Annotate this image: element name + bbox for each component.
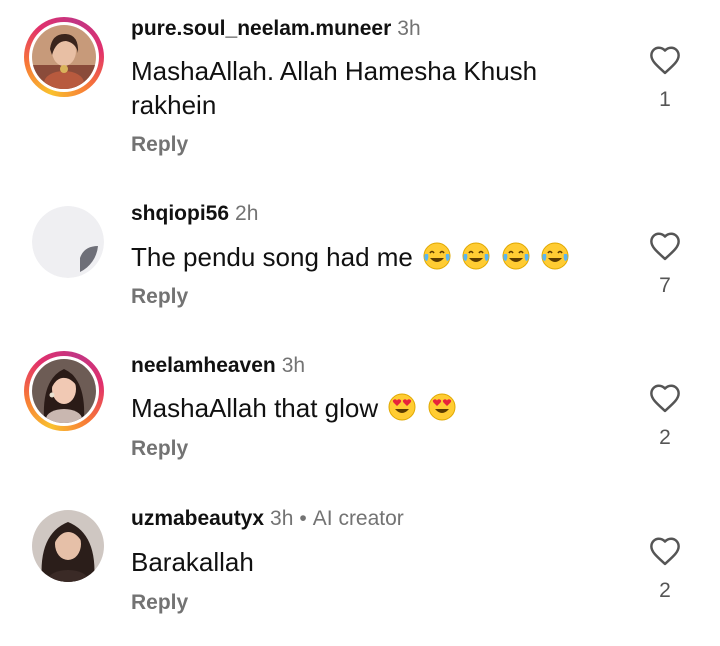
like-count: 2 (659, 579, 671, 602)
meta-separator: • (299, 507, 307, 530)
comment-text: Barakallah (131, 545, 601, 579)
like-heart-icon[interactable] (648, 536, 682, 566)
comment-time: 3h (270, 507, 294, 530)
avatar[interactable] (32, 510, 104, 582)
comment-username[interactable]: uzmabeautyx (131, 507, 264, 530)
reply-button[interactable]: Reply (131, 591, 188, 615)
comment-item: uzmabeautyx 3h • AI creator Barakallah Repl… (0, 0, 720, 646)
comment-meta: uzmabeautyx 3h • AI creator (131, 507, 404, 531)
comment-text-body: Barakallah (131, 547, 254, 577)
ai-creator-badge: AI creator (312, 507, 404, 530)
